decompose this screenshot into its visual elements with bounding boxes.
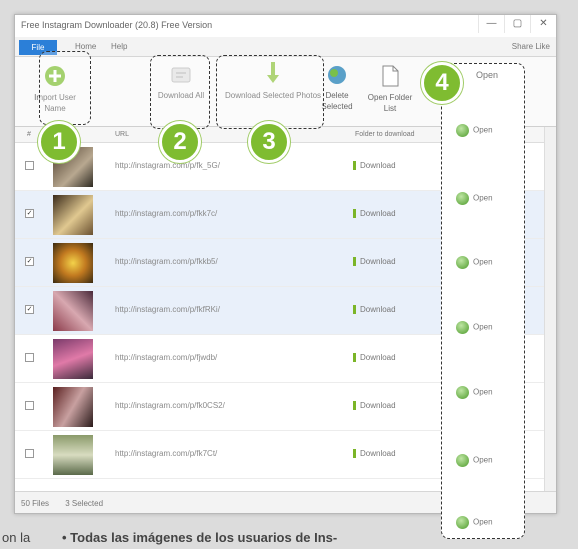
open-column-panel: Open Open Open Open Open Open Open Open (441, 63, 525, 539)
open-folder-button[interactable]: Open Folder List (367, 65, 413, 114)
row-download-label: Download (360, 161, 396, 170)
row-download-link[interactable]: Download (353, 449, 396, 459)
globe-icon (456, 454, 469, 467)
download-mark-icon (353, 257, 356, 267)
row-url[interactable]: http://instagram.com/p/fk_5G/ (115, 161, 220, 170)
open-link[interactable]: Open (442, 516, 524, 536)
col-header-index[interactable]: # (27, 131, 31, 138)
row-checkbox[interactable] (25, 449, 34, 458)
row-url[interactable]: http://instagram.com/p/fkk7c/ (115, 209, 217, 218)
open-link[interactable]: Open (442, 256, 524, 276)
download-mark-icon (353, 305, 356, 315)
share-like-links[interactable]: Share Like (512, 42, 550, 51)
step-badge-1: 1 (38, 121, 80, 163)
title-bar: Free Instagram Downloader (20.8) Free Ve… (15, 15, 556, 37)
close-button[interactable]: ✕ (530, 15, 556, 33)
globe-icon (456, 516, 469, 529)
open-label: Open (473, 387, 493, 397)
highlight-download-all (150, 55, 210, 129)
row-checkbox[interactable] (25, 161, 34, 170)
vertical-scrollbar[interactable] (544, 127, 556, 493)
delete-selected-label: Delete Selected (321, 91, 353, 111)
open-folder-label: Open Folder List (367, 93, 413, 113)
menu-help[interactable]: Help (111, 42, 127, 51)
delete-selected-button[interactable]: Delete Selected (319, 65, 355, 112)
globe-icon (456, 124, 469, 137)
row-download-link[interactable]: Download (353, 353, 396, 363)
globe-icon (456, 321, 469, 334)
highlight-download-selected (216, 55, 324, 129)
row-checkbox[interactable] (25, 353, 34, 362)
row-download-label: Download (360, 401, 396, 410)
col-header-folder[interactable]: Folder to download (355, 131, 415, 138)
open-link[interactable]: Open (442, 124, 524, 144)
menu-home[interactable]: Home (75, 42, 96, 51)
row-download-link[interactable]: Download (353, 305, 396, 315)
status-selected-count: 3 Selected (65, 499, 104, 508)
row-download-label: Download (360, 209, 396, 218)
highlight-import (39, 51, 91, 125)
row-download-link[interactable]: Download (353, 257, 396, 267)
document-icon (367, 65, 413, 90)
download-mark-icon (353, 209, 356, 219)
window-controls: — ▢ ✕ (478, 15, 556, 33)
row-checkbox[interactable]: ✓ (25, 305, 34, 314)
row-url[interactable]: http://instagram.com/p/fjwdb/ (115, 353, 217, 362)
row-checkbox[interactable]: ✓ (25, 257, 34, 266)
open-column-header: Open (476, 70, 499, 80)
open-link[interactable]: Open (442, 321, 524, 341)
globe-icon (456, 256, 469, 269)
row-download-label: Download (360, 305, 396, 314)
open-label: Open (473, 257, 493, 267)
globe-icon (319, 65, 355, 88)
row-checkbox[interactable] (25, 401, 34, 410)
open-label: Open (473, 517, 493, 527)
photo-thumbnail (53, 387, 93, 427)
photo-thumbnail (53, 339, 93, 379)
maximize-button[interactable]: ▢ (504, 15, 530, 33)
open-label: Open (473, 322, 493, 332)
globe-icon (456, 192, 469, 205)
col-header-url[interactable]: URL (115, 131, 129, 138)
download-mark-icon (353, 161, 356, 171)
row-download-link[interactable]: Download (353, 161, 396, 171)
globe-icon (456, 386, 469, 399)
download-mark-icon (353, 401, 356, 411)
row-checkbox[interactable]: ✓ (25, 209, 34, 218)
open-link[interactable]: Open (442, 192, 524, 212)
photo-thumbnail (53, 195, 93, 235)
row-download-label: Download (360, 449, 396, 458)
photo-thumbnail (53, 291, 93, 331)
row-url[interactable]: http://instagram.com/p/fk0CS2/ (115, 401, 225, 410)
photo-thumbnail (53, 243, 93, 283)
row-download-link[interactable]: Download (353, 209, 396, 219)
row-download-link[interactable]: Download (353, 401, 396, 411)
step-badge-2: 2 (159, 121, 201, 163)
step-badge-4: 4 (421, 62, 463, 104)
row-download-label: Download (360, 353, 396, 362)
open-label: Open (473, 125, 493, 135)
open-link[interactable]: Open (442, 454, 524, 474)
open-link[interactable]: Open (442, 386, 524, 406)
row-url[interactable]: http://instagram.com/p/fkkb5/ (115, 257, 218, 266)
status-file-count: 50 Files (21, 499, 50, 508)
row-download-label: Download (360, 257, 396, 266)
step-badge-3: 3 (248, 121, 290, 163)
minimize-button[interactable]: — (478, 15, 504, 33)
open-label: Open (473, 193, 493, 203)
download-mark-icon (353, 449, 356, 459)
window-title: Free Instagram Downloader (20.8) Free Ve… (21, 20, 213, 30)
caption-fragment: on la (2, 530, 31, 545)
menu-bar: File Home Help Share Like (15, 37, 556, 57)
row-url[interactable]: http://instagram.com/p/fkfRKi/ (115, 305, 220, 314)
row-url[interactable]: http://instagram.com/p/fk7Ct/ (115, 449, 217, 458)
download-mark-icon (353, 353, 356, 363)
photo-thumbnail (53, 435, 93, 475)
caption-bullet: • Todas las imágenes de los usuarios de … (62, 530, 338, 545)
open-label: Open (473, 455, 493, 465)
